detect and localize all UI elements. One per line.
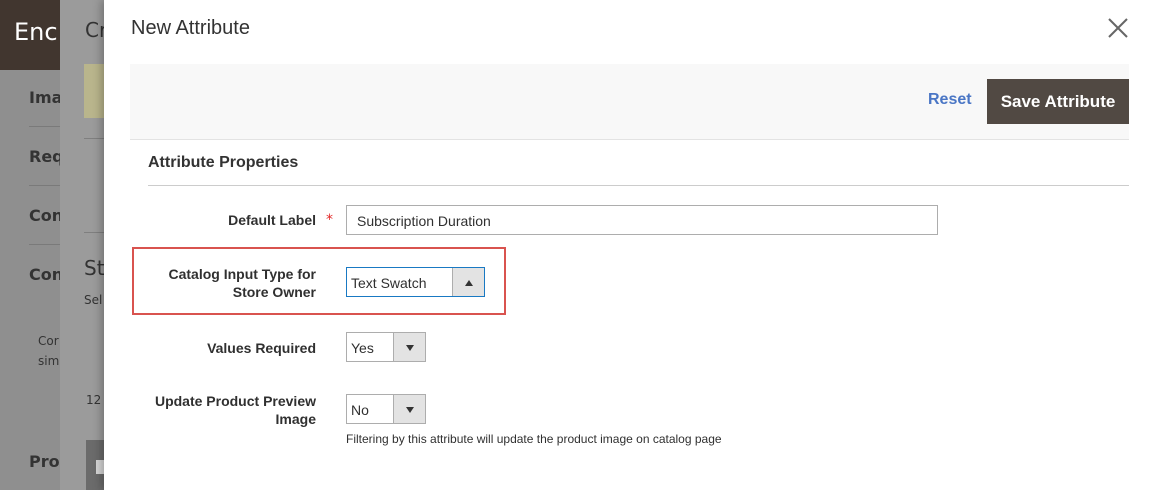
update-preview-arrow[interactable] [393,395,425,423]
modal-action-bar: Reset Save Attribute [130,64,1129,140]
input-type-arrow[interactable] [452,268,484,296]
bg-small-text: sim [38,354,60,368]
section-divider [148,185,1129,186]
required-indicator: * [326,212,333,228]
bg-nav-item: Con [29,206,64,225]
bg-divider [29,126,60,127]
input-type-label-line1: Catalog Input Type for [168,266,316,282]
reset-button[interactable]: Reset [928,91,972,109]
chevron-down-icon [406,407,414,413]
bg-divider [84,138,104,139]
bg-section-title: St [84,256,105,280]
update-preview-label-line1: Update Product Preview [154,393,316,409]
new-attribute-modal: New Attribute Reset Save Attribute Attri… [104,0,1151,490]
values-required-select[interactable]: Yes [346,332,426,362]
bg-count: 12 [86,393,102,407]
close-icon [1108,18,1128,38]
update-preview-hint: Filtering by this attribute will update … [346,432,722,446]
save-attribute-button[interactable]: Save Attribute [987,79,1129,124]
chevron-up-icon [465,280,473,286]
bg-small-text: Cor [38,334,59,348]
bg-nav-item: Req [29,147,64,166]
bg-nav-item: Pro [29,452,60,471]
values-required-label: Values Required [207,340,316,356]
bg-message [84,64,104,118]
section-title: Attribute Properties [148,154,299,171]
bg-divider [29,185,60,186]
input-type-label: Catalog Input Type for Store Owner [116,265,316,301]
bg-divider [84,232,104,233]
bg-nav-item: Ima [29,88,63,107]
input-type-label-line2: Store Owner [232,284,316,300]
close-button[interactable] [1104,14,1132,42]
update-preview-select[interactable]: No [346,394,426,424]
admin-header: Enc [0,0,60,70]
update-preview-label-line2: Image [275,411,316,427]
update-preview-value: No [351,402,369,418]
bg-nav-item: Con [29,265,64,284]
values-required-value: Yes [351,340,374,356]
default-label-input[interactable]: Subscription Duration [346,205,938,235]
input-type-value: Text Swatch [351,275,427,291]
chevron-down-icon [406,345,414,351]
modal-title: New Attribute [131,17,250,39]
bg-checkbox [96,460,104,474]
input-type-select[interactable]: Text Swatch [346,267,485,297]
update-preview-label: Update Product Preview Image [116,392,316,428]
admin-header-title: Enc [14,18,58,46]
bg-divider [29,244,60,245]
bg-section-sub: Sel [84,293,103,307]
default-label-label: Default Label [228,212,316,228]
values-required-arrow[interactable] [393,333,425,361]
